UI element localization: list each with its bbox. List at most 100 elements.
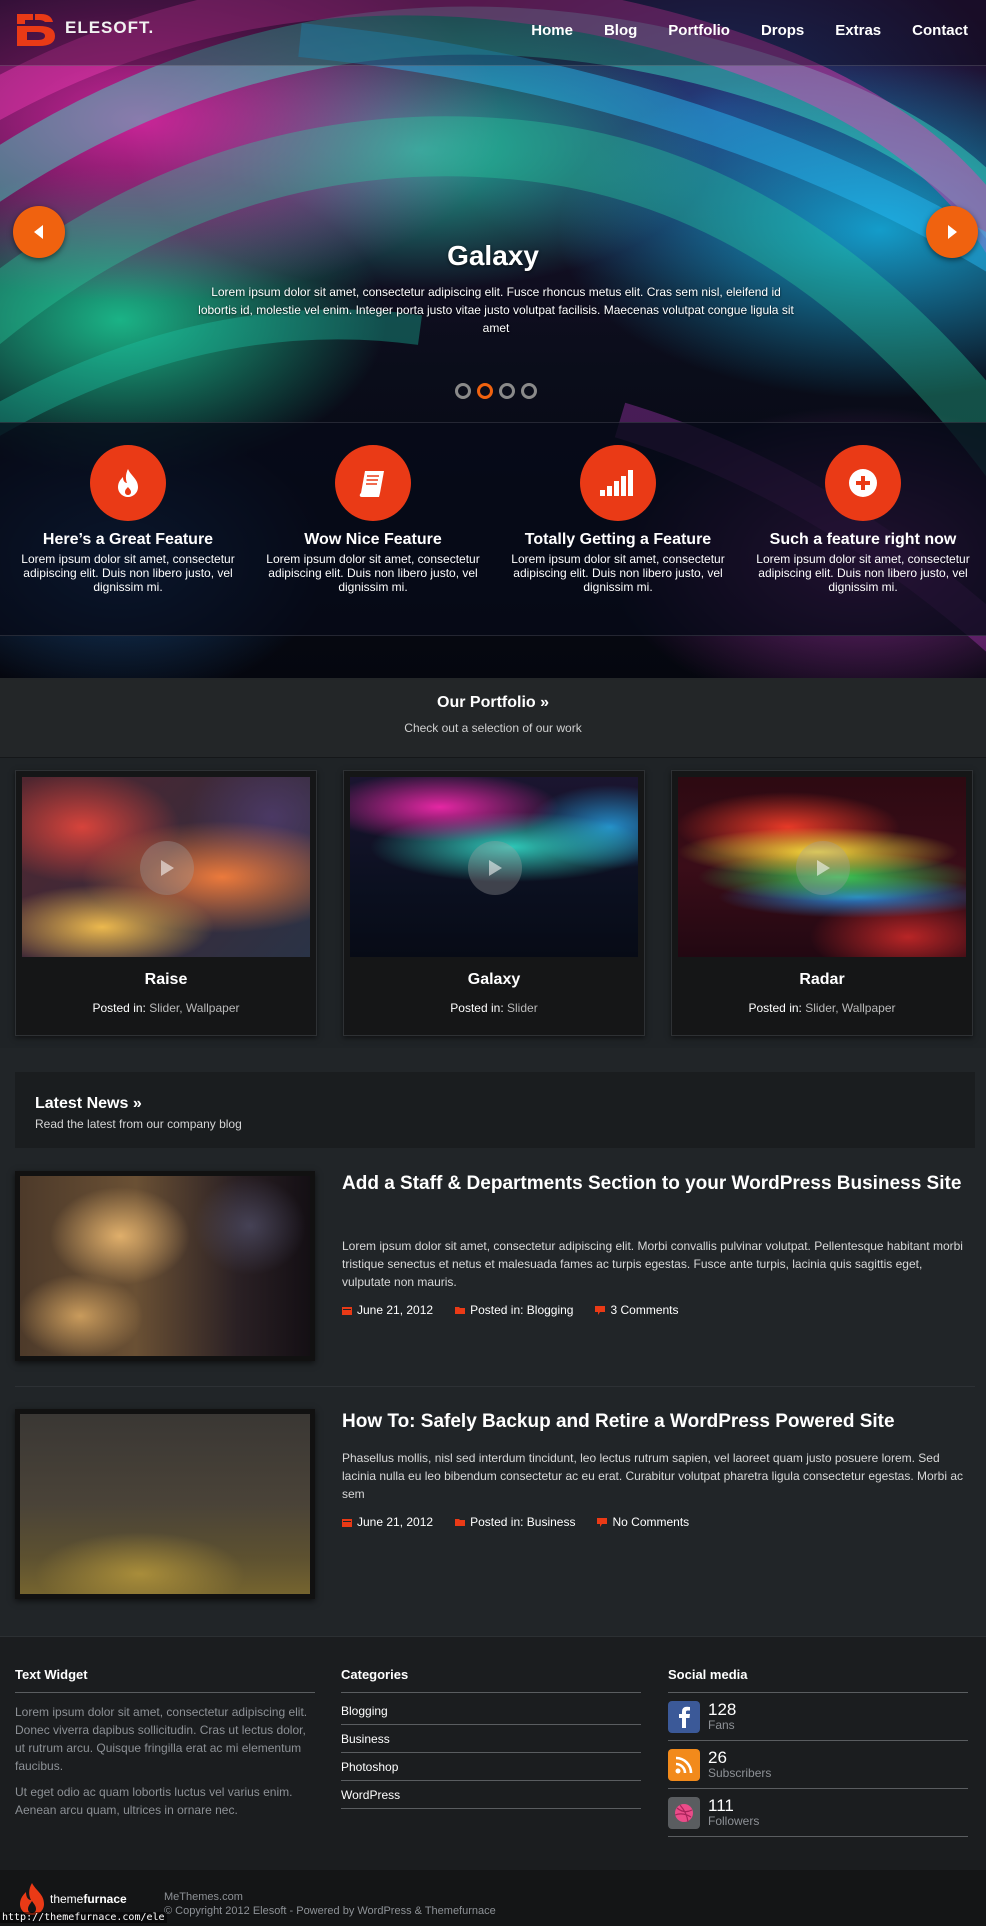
news-title[interactable]: Latest News » <box>35 1095 142 1113</box>
portfolio-header: Our Portfolio » Check out a selection of… <box>0 678 986 758</box>
portfolio-thumbnail[interactable] <box>22 777 310 957</box>
post-category-link[interactable]: Posted in: Blogging <box>470 1303 573 1317</box>
comment-icon <box>597 1517 608 1527</box>
portfolio-item-galaxy[interactable]: Galaxy Posted in: Slider <box>343 770 645 1036</box>
news-post-2: How To: Safely Backup and Retire a WordP… <box>15 1409 975 1599</box>
post-thumbnail[interactable] <box>15 1409 315 1599</box>
portfolio-thumbnail[interactable] <box>350 777 638 957</box>
hero-slider: ELESOFT. Home Blog Portfolio Drops Extra… <box>0 0 986 678</box>
social-rss[interactable]: 26 Subscribers <box>668 1741 968 1789</box>
play-icon <box>161 860 174 876</box>
nav-extras[interactable]: Extras <box>835 22 881 39</box>
feature-4: Such a feature right now Lorem ipsum dol… <box>749 445 977 594</box>
feature-icon-circle <box>580 445 656 521</box>
widget-paragraph: Ut eget odio ac quam lobortis luctus vel… <box>15 1785 293 1817</box>
portfolio-item-categories[interactable]: Slider, Wallpaper <box>805 1001 895 1015</box>
main-nav: Home Blog Portfolio Drops Extras Contact <box>531 22 968 39</box>
social-stats: 128 Fans <box>708 1701 736 1732</box>
nav-portfolio[interactable]: Portfolio <box>668 22 730 39</box>
portfolio-item-categories[interactable]: Slider, Wallpaper <box>149 1001 239 1015</box>
feature-text: Lorem ipsum dolor sit amet, consectetur … <box>756 552 970 594</box>
feature-3: Totally Getting a Feature Lorem ipsum do… <box>504 445 732 594</box>
credit-line[interactable]: MeThemes.com <box>164 1890 496 1904</box>
post-excerpt: Phasellus mollis, nisl sed interdum tinc… <box>342 1451 964 1501</box>
news-header: Latest News » Read the latest from our c… <box>15 1072 975 1148</box>
portfolio-item-title[interactable]: Galaxy <box>344 971 644 989</box>
nav-blog[interactable]: Blog <box>604 22 637 39</box>
portfolio-item-title[interactable]: Radar <box>672 971 972 989</box>
social-label: Fans <box>708 1718 735 1732</box>
posted-in-label: Posted in: <box>748 1001 802 1015</box>
flame-icon <box>118 469 138 497</box>
widget-heading: Social media <box>668 1667 968 1693</box>
nav-contact[interactable]: Contact <box>912 22 968 39</box>
post-title[interactable]: Add a Staff & Departments Section to you… <box>342 1171 972 1196</box>
rss-icon <box>668 1748 700 1781</box>
widget-paragraph: Lorem ipsum dolor sit amet, consectetur … <box>15 1705 308 1773</box>
slider-pagination <box>455 383 537 399</box>
post-comments-link[interactable]: No Comments <box>612 1515 689 1529</box>
slider-dot-2[interactable] <box>477 383 493 399</box>
post-meta: June 21, 2012 Posted in: Business No Com… <box>342 1515 689 1529</box>
portfolio-item-categories[interactable]: Slider <box>507 1001 538 1015</box>
feature-title: Wow Nice Feature <box>304 531 442 548</box>
copyright-text: MeThemes.com © Copyright 2012 Elesoft - … <box>164 1890 496 1918</box>
slide-caption: Lorem ipsum dolor sit amet, consectetur … <box>198 285 794 335</box>
post-title[interactable]: How To: Safely Backup and Retire a WordP… <box>342 1409 972 1434</box>
post-thumbnail[interactable] <box>15 1171 315 1361</box>
latest-news-section: Latest News » Read the latest from our c… <box>0 1048 986 1636</box>
social-facebook[interactable]: 128 Fans <box>668 1693 968 1741</box>
post-category-link[interactable]: Posted in: Business <box>470 1515 575 1529</box>
portfolio-title[interactable]: Our Portfolio » <box>0 694 986 712</box>
social-count: 128 <box>708 1700 737 1719</box>
portfolio-thumbnail[interactable] <box>678 777 966 957</box>
news-post-1: Add a Staff & Departments Section to you… <box>15 1171 975 1361</box>
signal-bars-icon <box>600 470 633 496</box>
feature-1: Here’s a Great Feature Lorem ipsum dolor… <box>14 445 242 594</box>
slider-dot-4[interactable] <box>521 383 537 399</box>
posted-in-label: Posted in: <box>450 1001 504 1015</box>
facebook-icon <box>668 1700 700 1733</box>
social-label: Subscribers <box>708 1766 772 1780</box>
portfolio-item-raise[interactable]: Raise Posted in: Slider, Wallpaper <box>15 770 317 1036</box>
plus-circle-icon <box>849 469 877 497</box>
portfolio-item-meta: Posted in: Slider <box>344 1001 644 1015</box>
post-excerpt: Lorem ipsum dolor sit amet, consectetur … <box>342 1239 963 1289</box>
themefurnace-logo[interactable]: themefurnace <box>18 1882 127 1916</box>
feature-title: Totally Getting a Feature <box>524 531 712 548</box>
feature-icon-circle <box>825 445 901 521</box>
play-button[interactable] <box>796 841 850 895</box>
play-icon <box>489 860 502 876</box>
browser-status-url: http://themefurnace.com/ele <box>0 1912 167 1923</box>
social-count: 111 <box>708 1796 734 1815</box>
category-link-wordpress[interactable]: WordPress <box>341 1781 641 1809</box>
flame-logo-icon <box>20 1883 44 1915</box>
widget-heading: Categories <box>341 1667 641 1693</box>
themefurnace-brand: themefurnace <box>50 1892 127 1906</box>
post-category: Posted in: Business <box>455 1515 575 1529</box>
post-comments-link[interactable]: 3 Comments <box>610 1303 678 1317</box>
book-icon <box>359 471 384 497</box>
social-dribbble[interactable]: 111 Followers <box>668 1789 968 1837</box>
category-link-blogging[interactable]: Blogging <box>341 1697 641 1725</box>
portfolio-item-radar[interactable]: Radar Posted in: Slider, Wallpaper <box>671 770 973 1036</box>
category-list: Blogging Business Photoshop WordPress <box>341 1697 641 1809</box>
site-logo[interactable]: ELESOFT. <box>15 10 154 46</box>
posted-in-label: Posted in: <box>92 1001 146 1015</box>
portfolio-item-title[interactable]: Raise <box>16 971 316 989</box>
social-stats: 111 Followers <box>708 1797 759 1828</box>
folder-icon <box>455 1306 466 1314</box>
category-link-photoshop[interactable]: Photoshop <box>341 1753 641 1781</box>
play-icon <box>817 860 830 876</box>
widget-heading: Text Widget <box>15 1667 315 1693</box>
nav-home[interactable]: Home <box>531 22 573 39</box>
play-button[interactable] <box>140 841 194 895</box>
slider-dot-1[interactable] <box>455 383 471 399</box>
calendar-icon <box>342 1518 352 1527</box>
slider-dot-3[interactable] <box>499 383 515 399</box>
top-navigation-bar: ELESOFT. Home Blog Portfolio Drops Extra… <box>0 0 986 66</box>
nav-drops[interactable]: Drops <box>761 22 804 39</box>
category-link-business[interactable]: Business <box>341 1725 641 1753</box>
dribbble-icon <box>668 1796 700 1829</box>
play-button[interactable] <box>468 841 522 895</box>
